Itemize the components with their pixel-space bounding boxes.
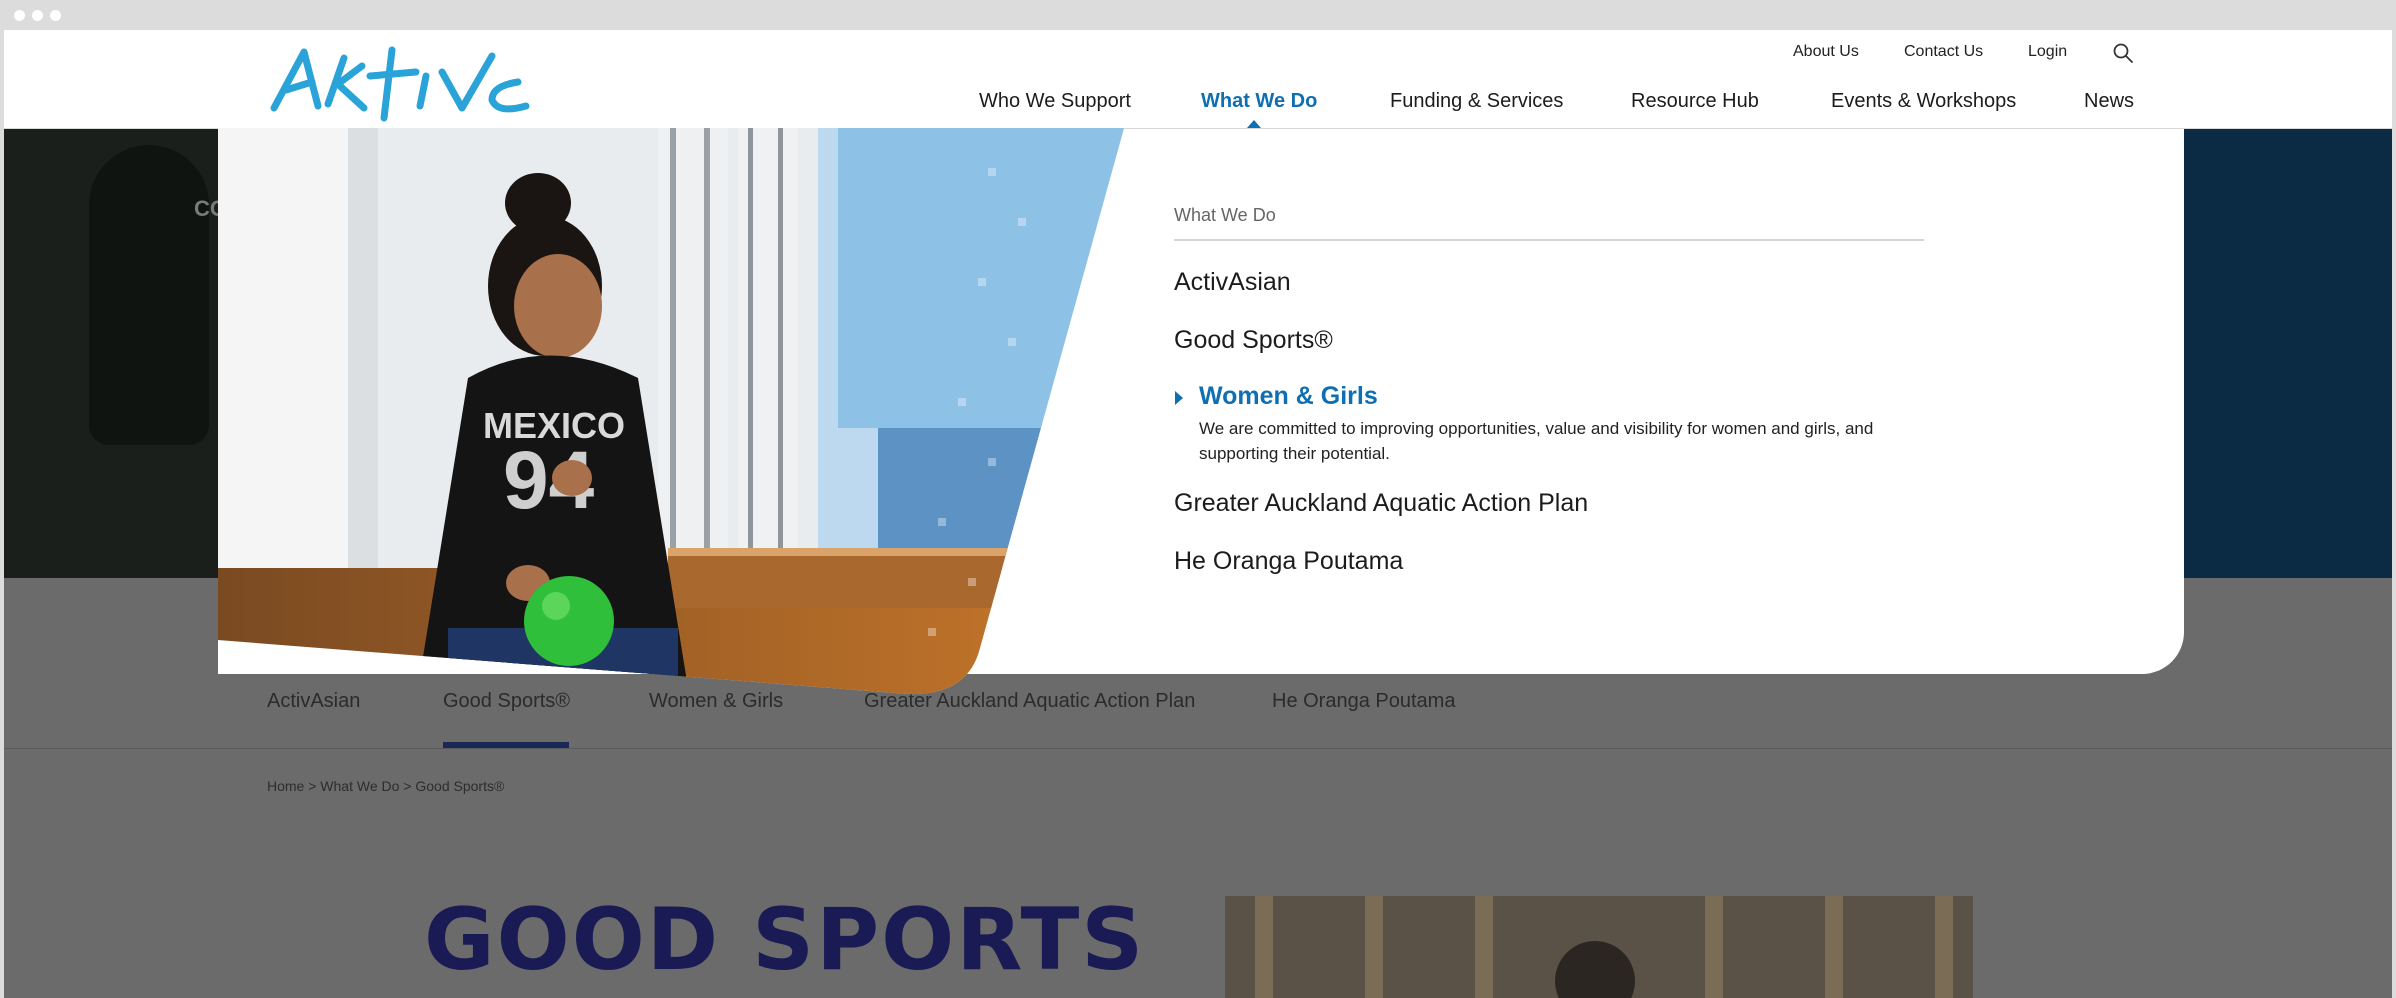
aktive-logo[interactable] (266, 42, 531, 126)
page-viewport: CO ActivAsian Good Sports® Women & Girls… (4, 30, 2392, 998)
contact-us-link[interactable]: Contact Us (1904, 43, 1983, 61)
menu-item-he-oranga[interactable]: He Oranga Poutama (1174, 547, 1403, 576)
photo-stripe (1365, 896, 1383, 998)
photo-stripe (1255, 896, 1273, 998)
hero-person-silhouette (89, 145, 209, 445)
good-sports-logo: GOOD SPORTS (424, 890, 1146, 990)
subnav-active-underline (443, 742, 569, 748)
active-item-arrow-icon (1175, 391, 1183, 405)
menu-item-women-girls[interactable]: Women & Girls (1199, 382, 1378, 411)
window-dot (32, 10, 43, 21)
photo-stripe (1475, 896, 1493, 998)
menu-item-aquatic-plan[interactable]: Greater Auckland Aquatic Action Plan (1174, 489, 1588, 518)
browser-chrome (0, 0, 2396, 30)
photo-stripe (1935, 896, 1953, 998)
window-dot (14, 10, 25, 21)
nav-who-we-support[interactable]: Who We Support (979, 90, 1131, 113)
search-icon[interactable] (2112, 42, 2134, 64)
nav-events-workshops[interactable]: Events & Workshops (1831, 90, 2016, 113)
login-link[interactable]: Login (2028, 43, 2067, 61)
mega-menu-photo: MEXICO 94 (218, 128, 1124, 695)
mega-menu-divider (1174, 239, 1924, 241)
content-photo (1225, 896, 1973, 998)
window-dot (50, 10, 61, 21)
photo-stripe (1825, 896, 1843, 998)
menu-item-activasian[interactable]: ActivAsian (1174, 268, 1291, 297)
nav-news[interactable]: News (2084, 90, 2134, 113)
photo-stripe (1705, 896, 1723, 998)
subnav-item-he-oranga[interactable]: He Oranga Poutama (1272, 690, 1455, 713)
mega-menu-heading: What We Do (1174, 205, 1276, 225)
hero-image-right (2174, 128, 2392, 578)
site-header: About Us Contact Us Login Who We Support… (4, 30, 2392, 129)
menu-item-description: We are committed to improving opportunit… (1199, 419, 1874, 463)
breadcrumb: Home > What We Do > Good Sports® (267, 778, 505, 794)
menu-item-good-sports[interactable]: Good Sports® (1174, 326, 1333, 355)
nav-funding-services[interactable]: Funding & Services (1390, 90, 1563, 113)
photo-person (1555, 941, 1635, 998)
active-nav-caret (1247, 120, 1261, 128)
nav-what-we-do[interactable]: What We Do (1201, 90, 1317, 113)
subnav-divider (4, 748, 2392, 749)
about-us-link[interactable]: About Us (1793, 43, 1859, 61)
nav-resource-hub[interactable]: Resource Hub (1631, 90, 1759, 113)
